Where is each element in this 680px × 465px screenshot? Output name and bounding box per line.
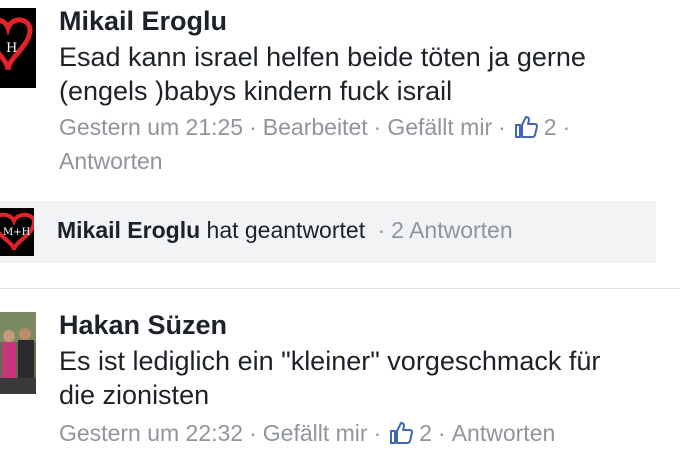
reply-button[interactable]: Antworten (59, 148, 163, 174)
comment-meta: Gestern um 21:25 · Bearbeitet · Gefällt mir ·… (59, 114, 571, 174)
avatar-hakan[interactable] (0, 312, 36, 394)
replies-summary[interactable]: M+H Mikail Eroglu hat geantwortet · 2 Ant… (0, 201, 656, 263)
svg-text:H: H (6, 41, 17, 56)
avatar-mikail-small: M+H (0, 208, 34, 256)
like-count[interactable]: 2 (544, 114, 557, 140)
thumbs-up-icon[interactable] (389, 421, 414, 452)
like-count[interactable]: 2 (419, 420, 432, 446)
reply-count[interactable]: 2 Antworten (391, 217, 512, 243)
edited-label[interactable]: Bearbeitet (263, 114, 368, 140)
comment-meta: Gestern um 22:32 · Gefällt mir · 2 · Antworten (59, 418, 669, 452)
like-button[interactable]: Gefällt mir (387, 114, 492, 140)
timestamp[interactable]: Gestern um 21:25 (59, 114, 243, 140)
comment-text: Es ist lediglich ein "kleiner" vorgeschm… (59, 346, 601, 410)
comment-author[interactable]: Hakan Süzen (59, 310, 227, 341)
timestamp[interactable]: Gestern um 22:32 (59, 420, 243, 446)
like-button[interactable]: Gefällt mir (263, 420, 368, 446)
comment-text: Esad kann israel helfen beide töten ja g… (59, 42, 586, 106)
svg-text:M+H: M+H (3, 227, 31, 238)
reply-button[interactable]: Antworten (452, 420, 556, 446)
reply-author[interactable]: Mikail Eroglu (57, 217, 200, 243)
thumbs-up-icon[interactable] (514, 115, 538, 146)
reply-action: hat geantwortet (206, 217, 366, 243)
heart-avatar-icon: H (0, 8, 36, 88)
comment-author[interactable]: Mikail Eroglu (59, 6, 227, 37)
photo-avatar (0, 312, 36, 394)
divider (0, 288, 680, 289)
heart-avatar-icon: M+H (0, 208, 34, 256)
avatar-mikail[interactable]: H (0, 8, 36, 88)
